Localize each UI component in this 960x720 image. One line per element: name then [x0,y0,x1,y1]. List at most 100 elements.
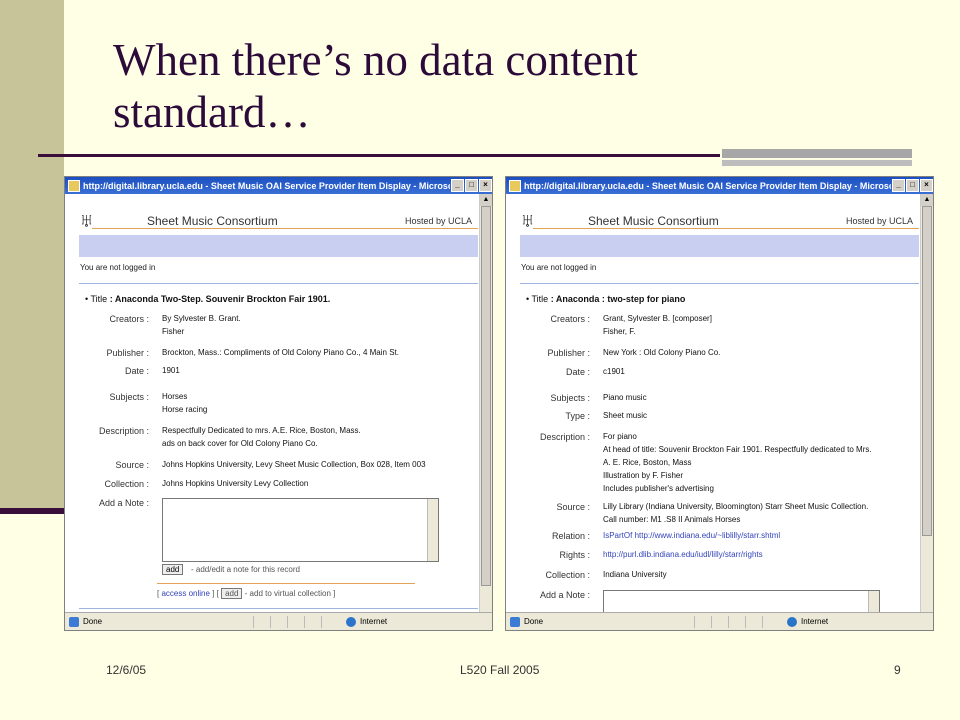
field-value-description: Respectfully Dedicated to mrs. A.E. Rice… [162,426,361,448]
field-label-subjects: Subjects : [550,393,590,403]
field-value-publisher: New York : Old Colony Piano Co. [603,348,721,357]
scroll-thumb[interactable] [481,206,491,586]
site-name: Sheet Music Consortium [147,214,278,228]
field-label-creators: Creators : [550,314,590,324]
title-divider [38,154,720,157]
lyre-logo-icon: ♅ [520,210,535,232]
minimize-button[interactable]: _ [451,179,464,192]
site-name: Sheet Music Consortium [588,214,719,228]
record-title: • Title : Anaconda : two-step for piano [526,294,685,304]
globe-icon [787,617,797,627]
field-value-collection: Johns Hopkins University Levy Collection [162,479,309,488]
add-virtual-button[interactable]: add [221,588,243,599]
relation-link[interactable]: IsPartOf http://www.indiana.edu/~liblill… [603,529,780,542]
status-zone: Internet [785,617,828,627]
field-value-source: Johns Hopkins University, Levy Sheet Mus… [162,460,426,469]
nav-band [520,235,919,257]
field-label-date: Date : [565,367,590,377]
field-label-source: Source : [115,460,149,470]
ie-icon [68,179,80,192]
field-value-creators: By Sylvester B. Grant. Fisher [162,314,241,336]
add-virtual-hint: - add to virtual collection [244,589,331,598]
field-label-collection: Collection : [104,479,149,489]
status-done: Done [506,617,694,627]
field-value-date: c1901 [603,367,625,376]
page-icon [510,617,520,627]
page-icon [69,617,79,627]
field-label-source: Source : [556,502,590,512]
title-value: : Anaconda : two-step for piano [550,294,686,304]
add-note-hint: - add/edit a note for this record [191,565,300,574]
header-rule [533,228,919,229]
browser-window-ucla-lilly: http://digital.library.ucla.edu - Sheet … [505,176,934,631]
rights-link[interactable]: http://purl.dlib.indiana.edu/iudl/lilly/… [603,548,763,561]
field-label-publisher: Publisher : [547,348,590,358]
slide-sidebar-accent [0,508,64,514]
section-rule [79,283,478,284]
scroll-up-icon[interactable]: ▲ [480,194,492,206]
field-label-relation: Relation : [551,531,590,541]
window-scrollbar[interactable]: ▲ [920,194,933,613]
maximize-button[interactable]: □ [465,179,478,192]
lyre-logo-icon: ♅ [79,210,94,232]
note-scrollbar[interactable] [868,591,879,613]
title-label: Title [90,294,108,304]
field-value-description: For piano At head of title: Souvenir Bro… [603,432,872,493]
footer-date: 12/6/05 [106,663,147,677]
window-title: http://digital.library.ucla.edu - Sheet … [524,180,891,191]
window-title: http://digital.library.ucla.edu - Sheet … [83,180,450,191]
login-status: You are not logged in [521,263,597,272]
status-zone: Internet [344,617,387,627]
field-label-add-note: Add a Note : [539,590,590,600]
bullet-icon: • [526,294,530,304]
browser-window-ucla-jhu: http://digital.library.ucla.edu - Sheet … [64,176,493,631]
field-value-subjects: Piano music [603,393,647,402]
slide-sidebar-band [0,0,64,510]
close-button[interactable]: × [920,179,933,192]
field-value-source: Lilly Library (Indiana University, Bloom… [603,502,869,524]
field-value-type: Sheet music [603,411,648,420]
slide-title-line2: standard… [113,87,311,137]
record-title: • Title : Anaconda Two-Step. Souvenir Br… [85,294,330,304]
status-bar: Done Internet [506,612,933,630]
status-bar: Done Internet [65,612,492,630]
hosted-by-label: Hosted by UCLA [404,216,472,226]
field-label-description: Description : [539,432,590,442]
note-scrollbar[interactable] [427,499,438,561]
close-button[interactable]: × [479,179,492,192]
status-done: Done [65,617,253,627]
maximize-button[interactable]: □ [906,179,919,192]
field-label-collection: Collection : [545,570,590,580]
bottom-actions: [ access online ] [ add - add to virtual… [157,588,336,599]
slide-title: When there’s no data content standard… [113,34,893,138]
field-label-creators: Creators : [109,314,149,324]
field-label-description: Description : [98,426,149,436]
window-titlebar[interactable]: http://digital.library.ucla.edu - Sheet … [506,177,933,194]
nav-band [79,235,478,257]
minimize-button[interactable]: _ [892,179,905,192]
bullet-icon: • [85,294,89,304]
scroll-up-icon[interactable]: ▲ [921,194,933,206]
field-label-date: Date : [124,366,149,376]
field-label-type: Type : [565,411,590,421]
slide-title-line1: When there’s no data content [113,35,638,85]
field-value-collection: Indiana University [603,570,667,579]
access-online-link[interactable]: access online [161,589,209,598]
globe-icon [346,617,356,627]
title-value: : Anaconda Two-Step. Souvenir Brockton F… [109,294,331,304]
field-value-publisher: Brockton, Mass.: Compliments of Old Colo… [162,348,399,357]
field-label-subjects: Subjects : [109,392,149,402]
note-textarea[interactable] [603,590,880,613]
field-value-subjects: Horses Horse racing [162,392,208,414]
note-textarea[interactable] [162,498,439,562]
field-label-add-note: Add a Note : [98,498,149,508]
scroll-thumb[interactable] [922,206,932,536]
page-content: ♅ Sheet Music Consortium Hosted by UCLA … [65,194,480,613]
window-scrollbar[interactable]: ▲ [479,194,492,613]
window-titlebar[interactable]: http://digital.library.ucla.edu - Sheet … [65,177,492,194]
footer-course: L520 Fall 2005 [460,663,540,677]
decorative-gray-bar-lower [722,160,912,166]
add-note-button[interactable]: add [162,564,184,575]
ie-icon [509,179,521,192]
field-label-rights: Rights : [559,550,590,560]
